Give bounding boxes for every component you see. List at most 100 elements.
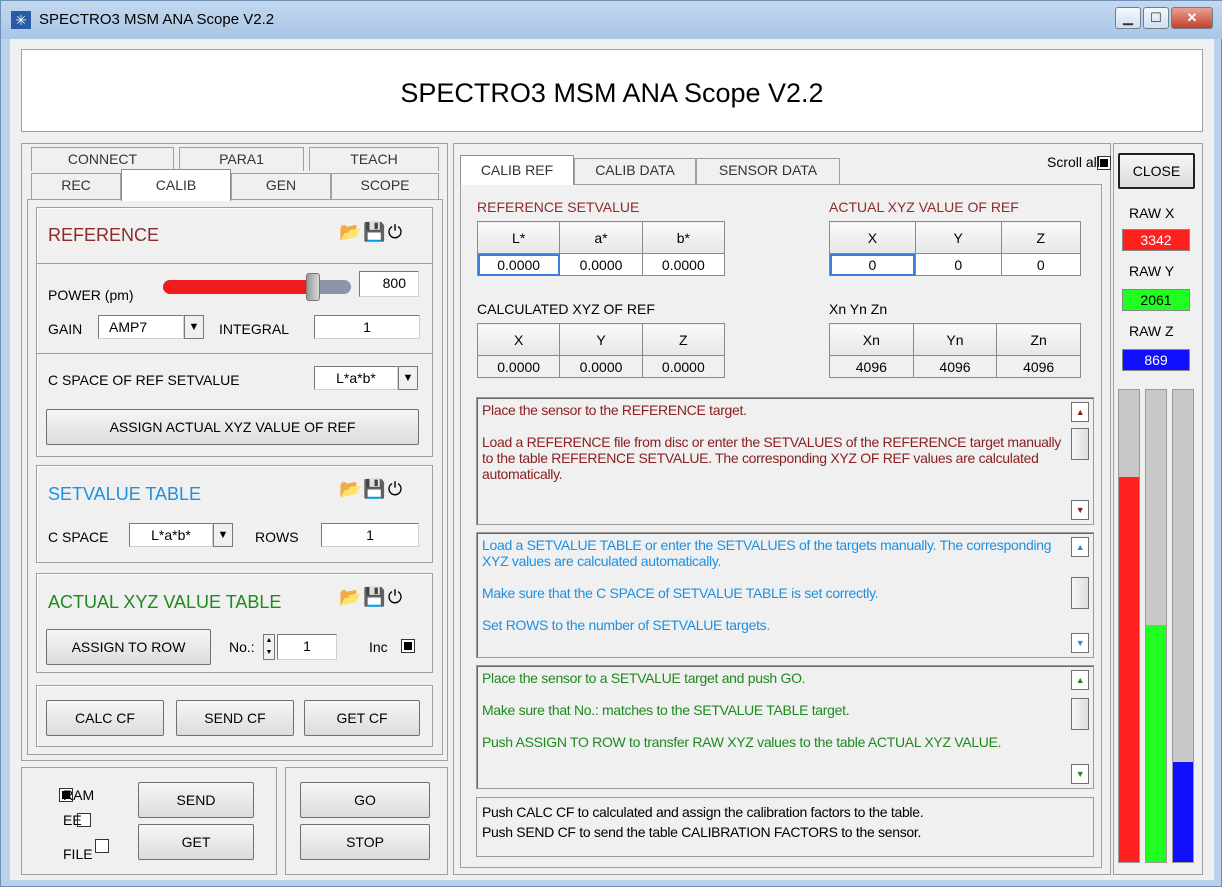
calc-cf-button[interactable]: CALC CF <box>46 700 164 736</box>
send-cf-button[interactable]: SEND CF <box>176 700 294 736</box>
save-disk-icon[interactable]: 💾 <box>363 222 387 242</box>
help-line <box>482 686 1063 702</box>
help-line: Make sure that No.: matches to the SETVA… <box>482 702 850 718</box>
window-title: SPECTRO3 MSM ANA Scope V2.2 <box>39 11 275 28</box>
setvalue-help-text: Load a SETVALUE TABLE or enter the SETVA… <box>476 532 1094 658</box>
table-header: L* <box>476 221 561 254</box>
table-header: Y <box>559 323 643 356</box>
get-button[interactable]: GET <box>138 824 254 860</box>
power-icon[interactable]: ⏻ <box>388 479 404 499</box>
chevron-down-icon[interactable]: ▼ <box>398 366 418 390</box>
actual-xyz-title: ACTUAL XYZ VALUE TABLE <box>48 592 282 612</box>
scroll-up-icon[interactable]: ▲ <box>1071 670 1089 690</box>
scroll-down-icon[interactable]: ▼ <box>1071 500 1089 520</box>
power-icon[interactable]: ⏻ <box>388 222 404 242</box>
integral-label: INTEGRAL <box>219 321 290 337</box>
raw-z-bar <box>1172 389 1194 863</box>
scroll-down-icon[interactable]: ▼ <box>1071 764 1089 784</box>
go-button[interactable]: GO <box>300 782 430 818</box>
scroll-up-icon[interactable]: ▲ <box>1071 402 1089 422</box>
table-header: Y <box>914 221 1002 254</box>
scrollbar[interactable]: ▲ ▼ <box>1071 402 1089 520</box>
scroll-thumb[interactable] <box>1071 428 1089 460</box>
power-slider-track[interactable] <box>163 280 351 294</box>
tab-connect[interactable]: CONNECT <box>31 147 174 171</box>
calc-xyz-ref-title: CALCULATED XYZ OF REF <box>477 301 655 317</box>
row-spinner[interactable]: ▲ ▼ <box>263 634 275 660</box>
scroll-up-icon[interactable]: ▲ <box>1071 537 1089 557</box>
help-line: Place the sensor to the REFERENCE target… <box>482 402 747 418</box>
title-bar: ✳ SPECTRO3 MSM ANA Scope V2.2 ▁ ☐ ✕ <box>1 1 1222 39</box>
app-window: ✳ SPECTRO3 MSM ANA Scope V2.2 ▁ ☐ ✕ SPEC… <box>0 0 1222 887</box>
power-icon[interactable]: ⏻ <box>388 587 404 607</box>
help-line: Load a REFERENCE file from disc or enter… <box>482 434 1061 482</box>
table-cell: 0.0000 <box>559 355 643 378</box>
tab-rec[interactable]: REC <box>31 173 121 199</box>
tab-calib-data[interactable]: CALIB DATA <box>574 158 696 185</box>
help-line <box>482 718 1063 734</box>
table-header: a* <box>559 221 643 254</box>
help-line: Push CALC CF to calculated and assign th… <box>482 804 924 820</box>
assign-to-row-button[interactable]: ASSIGN TO ROW <box>46 629 211 665</box>
tab-calib[interactable]: CALIB <box>121 169 231 201</box>
tab-teach[interactable]: TEACH <box>309 147 439 171</box>
raw-z-label: RAW Z <box>1129 323 1174 339</box>
send-button[interactable]: SEND <box>138 782 254 818</box>
table-cell[interactable]: 0.0000 <box>641 253 726 276</box>
open-folder-icon[interactable]: 📂 <box>339 479 363 499</box>
table-cell: 4096 <box>912 355 998 378</box>
table-cell: 0.0000 <box>476 355 561 378</box>
scroll-down-icon[interactable]: ▼ <box>1071 633 1089 653</box>
gain-select[interactable]: AMP7 <box>98 315 184 339</box>
tab-gen[interactable]: GEN <box>231 173 331 199</box>
scrollbar[interactable]: ▲ ▼ <box>1071 537 1089 653</box>
close-button[interactable]: CLOSE <box>1118 153 1195 189</box>
actual-xyz-ref-table: XYZ 000 <box>829 221 1082 276</box>
table-cell[interactable]: 0 <box>914 253 1002 276</box>
table-header: X <box>829 221 916 254</box>
table-header: Z <box>641 323 726 356</box>
save-disk-icon[interactable]: 💾 <box>363 479 387 499</box>
scroll-thumb[interactable] <box>1071 577 1089 609</box>
save-disk-icon[interactable]: 💾 <box>363 587 387 607</box>
tab-calib-ref[interactable]: CALIB REF <box>460 155 574 185</box>
tab-scope[interactable]: SCOPE <box>331 173 439 199</box>
cspace-ref-select[interactable]: L*a*b* <box>314 366 398 390</box>
tab-sensor-data[interactable]: SENSOR DATA <box>696 158 840 185</box>
cspace-select[interactable]: L*a*b* <box>129 523 213 547</box>
ref-setvalue-table: L* a* b* 0.0000 0.0000 0.0000 <box>476 221 726 276</box>
maximize-button[interactable]: ☐ <box>1143 7 1169 29</box>
raw-x-bar-fill <box>1119 476 1139 862</box>
rows-field[interactable]: 1 <box>321 523 419 547</box>
stop-button[interactable]: STOP <box>300 824 430 860</box>
table-cell[interactable]: 0 <box>829 253 916 276</box>
integral-field[interactable]: 1 <box>314 315 420 339</box>
inc-checkbox[interactable] <box>401 639 415 653</box>
help-line: Place the sensor to a SETVALUE target an… <box>482 670 806 686</box>
scrollbar[interactable]: ▲ ▼ <box>1071 670 1089 784</box>
raw-y-bar-fill <box>1146 624 1166 862</box>
close-window-button[interactable]: ✕ <box>1171 7 1213 29</box>
reference-file-icons: 📂💾⏻ <box>339 222 404 243</box>
file-checkbox[interactable] <box>94 839 109 853</box>
chevron-down-icon[interactable]: ▼ <box>213 523 233 547</box>
row-number-field[interactable]: 1 <box>277 634 337 660</box>
open-folder-icon[interactable]: 📂 <box>339 587 363 607</box>
minimize-button[interactable]: ▁ <box>1115 7 1141 29</box>
rows-label: ROWS <box>255 529 299 545</box>
table-cell[interactable]: 0.0000 <box>476 253 561 276</box>
table-header: Yn <box>912 323 998 356</box>
power-value-field[interactable]: 800 <box>359 271 419 297</box>
app-icon: ✳ <box>11 11 31 29</box>
get-cf-button[interactable]: GET CF <box>304 700 420 736</box>
table-cell[interactable]: 0.0000 <box>559 253 643 276</box>
tab-para1[interactable]: PARA1 <box>179 147 304 171</box>
scroll-thumb[interactable] <box>1071 698 1089 730</box>
raw-y-value: 2061 <box>1122 289 1190 311</box>
open-folder-icon[interactable]: 📂 <box>339 222 363 242</box>
table-header: Zn <box>996 323 1081 356</box>
power-slider-thumb[interactable] <box>306 273 321 301</box>
chevron-down-icon[interactable]: ▼ <box>184 315 204 339</box>
assign-actual-xyz-button[interactable]: ASSIGN ACTUAL XYZ VALUE OF REF <box>46 409 419 445</box>
table-cell[interactable]: 0 <box>1000 253 1082 276</box>
